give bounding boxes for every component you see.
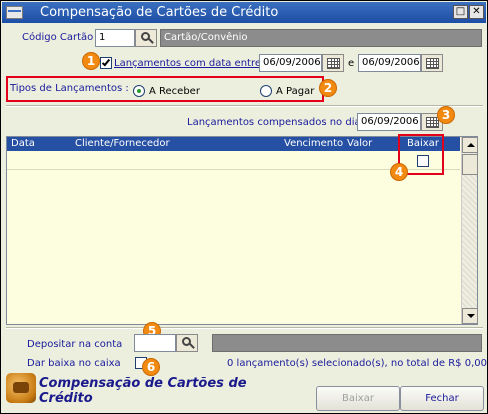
e-label: e (348, 58, 355, 69)
a-receber-label[interactable]: A Receber (149, 86, 200, 97)
data-fim-input[interactable]: 06/09/2006 (358, 54, 421, 72)
col-vencimento-header[interactable]: Vencimento (284, 137, 343, 151)
grid-header: Data Cliente/Fornecedor Vencimento Valor… (7, 137, 460, 151)
compensados-label: Lançamentos compensados no dia (187, 117, 361, 128)
codigo-cartao-label: Código Cartão (22, 32, 94, 43)
status-text: 0 lançamento(s) selecionado(s), no total… (227, 358, 487, 369)
calendar-icon (426, 58, 439, 69)
col-cliente-header[interactable]: Cliente/Fornecedor (75, 137, 170, 151)
a-pagar-label[interactable]: A Pagar (276, 86, 314, 97)
grid-vertical-scrollbar[interactable] (461, 137, 478, 324)
periodo-checkbox[interactable] (100, 57, 112, 69)
conta-nome-field (212, 334, 482, 352)
divider (6, 327, 483, 329)
divider (6, 105, 483, 107)
data-inicio-calendar-button[interactable] (322, 54, 344, 72)
scroll-thumb[interactable] (462, 154, 478, 175)
title-bar[interactable]: Compensação de Cartões de Crédito □ ✕ (2, 2, 486, 23)
window-icon (6, 6, 23, 19)
close-window-button[interactable]: ✕ (469, 5, 484, 19)
search-conta-button[interactable] (176, 334, 198, 352)
window-title: Compensação de Cartões de Crédito (40, 5, 279, 20)
radio-a-receber[interactable] (133, 85, 145, 97)
badge-2: 2 (319, 79, 337, 97)
tipos-label: Tipos de Lançamentos : (10, 83, 129, 94)
depositar-label: Depositar na conta (27, 339, 123, 350)
compensacao-window: Compensação de Cartões de Crédito □ ✕ Có… (0, 0, 488, 414)
col-data-header[interactable]: Data (11, 137, 35, 151)
periodo-label: Lançamentos com data entre (114, 58, 262, 69)
compensados-data-input[interactable]: 06/09/2006 (357, 113, 421, 131)
arrow-up-icon (467, 143, 475, 147)
codigo-cartao-input[interactable]: 1 (95, 29, 135, 47)
cartao-nome-field: Cartão/Convênio (160, 29, 482, 47)
arrow-down-icon (467, 314, 475, 318)
footer-title: Compensação de Cartões de Crédito (39, 376, 247, 406)
card-logo-icon (6, 373, 36, 403)
calendar-icon (327, 58, 340, 69)
data-fim-calendar-button[interactable] (421, 54, 443, 72)
badge-1: 1 (82, 52, 100, 70)
col-valor-header[interactable]: Valor (347, 137, 372, 151)
depositar-conta-input[interactable] (134, 334, 176, 352)
scroll-down-button[interactable] (462, 308, 478, 324)
maximize-button[interactable]: □ (453, 5, 468, 19)
badge-4: 4 (390, 163, 408, 181)
checkmark-icon (101, 57, 111, 67)
badge-6: 6 (142, 358, 160, 376)
scroll-up-button[interactable] (462, 137, 478, 153)
radio-a-pagar[interactable] (260, 85, 272, 97)
data-inicio-input[interactable]: 06/09/2006 (259, 54, 322, 72)
search-cartao-button[interactable] (135, 29, 157, 47)
fechar-button[interactable]: Fechar (400, 386, 484, 411)
dar-baixa-label: Dar baixa no caixa (27, 358, 121, 369)
radio-selected-dot (137, 89, 141, 93)
badge-3: 3 (437, 106, 455, 124)
baixar-button[interactable]: Baixar (316, 386, 400, 411)
